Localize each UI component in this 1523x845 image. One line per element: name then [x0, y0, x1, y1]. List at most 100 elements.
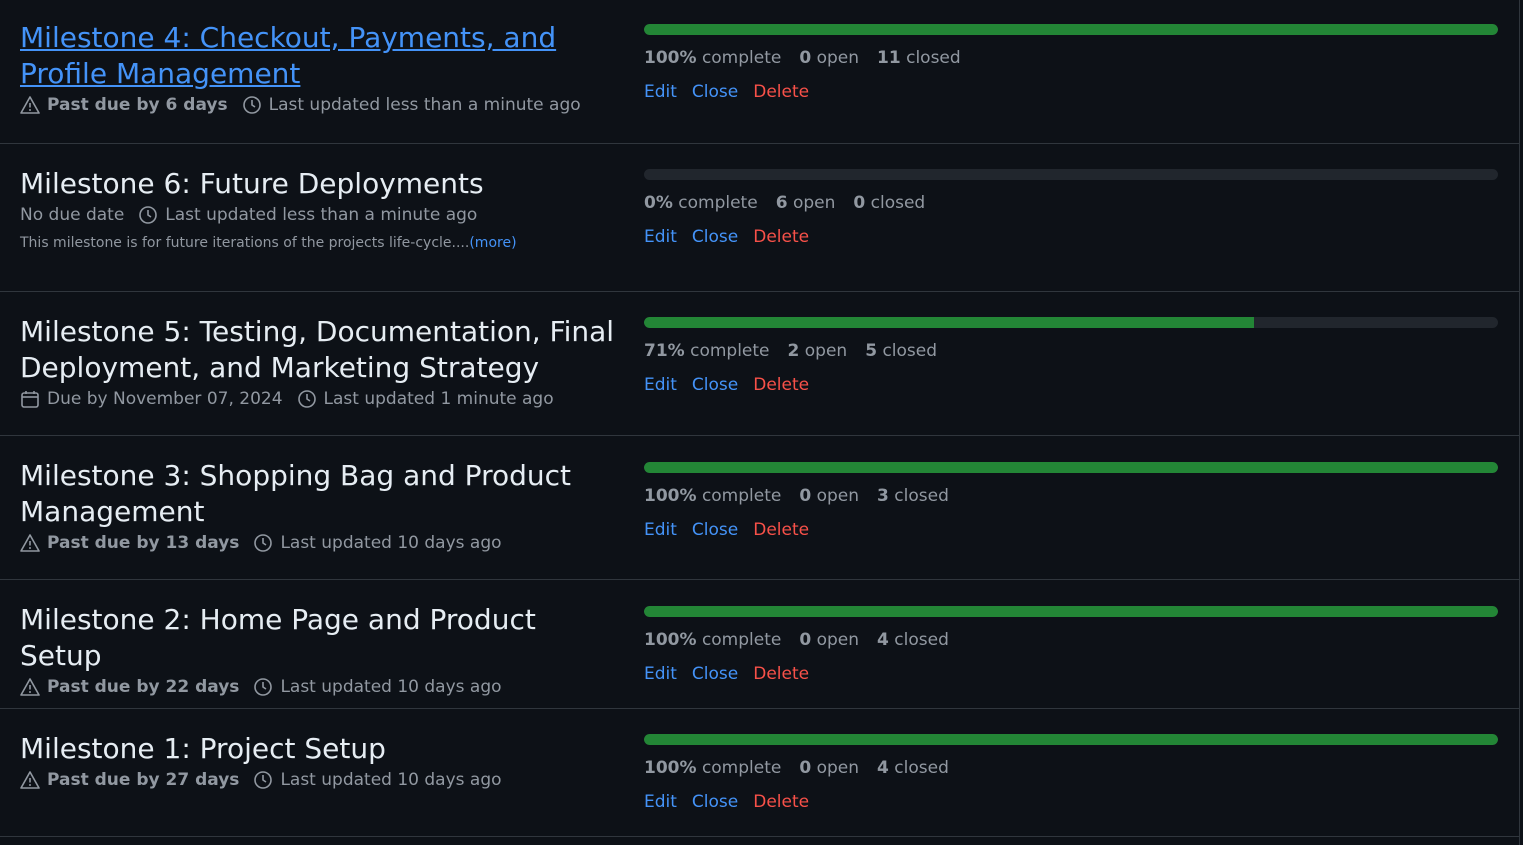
- close-link[interactable]: Close: [692, 81, 738, 103]
- progress-bar: [644, 462, 1498, 473]
- open-label: open: [816, 48, 860, 68]
- progress-bar: [644, 24, 1498, 35]
- milestone-title[interactable]: Milestone 2: Home Page and Product Setup: [20, 602, 620, 674]
- closed-label: closed: [894, 486, 949, 506]
- delete-link[interactable]: Delete: [753, 226, 809, 248]
- complete-label: complete: [690, 341, 770, 361]
- last-updated: Last updated 10 days ago: [280, 770, 502, 790]
- delete-link[interactable]: Delete: [753, 519, 809, 541]
- due-value: 22 days: [165, 677, 240, 697]
- progress-bar: [644, 169, 1498, 180]
- open-count: 0: [799, 758, 812, 778]
- percent-complete: 0%: [644, 193, 673, 213]
- progress-fill: [644, 317, 1254, 328]
- open-count: 6: [775, 193, 788, 213]
- due-value: 6 days: [165, 95, 228, 115]
- open-label: open: [816, 486, 860, 506]
- percent-complete: 100%: [644, 758, 697, 778]
- more-link[interactable]: (more): [469, 235, 516, 251]
- progress-fill: [644, 462, 1498, 473]
- due-value: 13 days: [165, 533, 240, 553]
- milestone-title[interactable]: Milestone 5: Testing, Documentation, Fin…: [20, 314, 620, 386]
- open-count: 0: [799, 486, 812, 506]
- open-count: 0: [799, 48, 812, 68]
- due-value: 27 days: [165, 770, 240, 790]
- progress-fill: [644, 734, 1498, 745]
- percent-complete: 100%: [644, 486, 697, 506]
- open-label: open: [816, 758, 860, 778]
- calendar-icon: [21, 391, 39, 408]
- milestone-title[interactable]: Milestone 4: Checkout, Payments, and Pro…: [20, 20, 620, 92]
- closed-count: 3: [877, 486, 889, 506]
- last-updated: Last updated less than a minute ago: [268, 95, 581, 115]
- milestone-row: Milestone 6: Future Deployments No due d…: [0, 144, 1519, 292]
- clock-icon: [242, 96, 261, 114]
- delete-link[interactable]: Delete: [753, 374, 809, 396]
- due-prefix: Past due by: [47, 677, 160, 697]
- due-prefix: Past due by: [47, 95, 160, 115]
- alert-icon: [20, 534, 40, 552]
- edit-link[interactable]: Edit: [644, 791, 677, 813]
- close-link[interactable]: Close: [692, 226, 738, 248]
- clock-icon: [297, 390, 316, 408]
- clock-icon: [254, 534, 273, 552]
- alert-icon: [20, 96, 40, 114]
- open-label: open: [792, 193, 836, 213]
- complete-label: complete: [701, 48, 782, 68]
- last-updated: Last updated 10 days ago: [280, 677, 502, 697]
- last-updated: Last updated 1 minute ago: [323, 389, 554, 409]
- edit-link[interactable]: Edit: [644, 226, 677, 248]
- milestone-row: Milestone 4: Checkout, Payments, and Pro…: [0, 0, 1519, 144]
- due-prefix: Past due by: [47, 770, 160, 790]
- open-count: 0: [799, 630, 812, 650]
- open-count: 2: [787, 341, 800, 361]
- closed-label: closed: [870, 193, 926, 213]
- percent-complete: 71%: [644, 341, 685, 361]
- closed-label: closed: [894, 758, 949, 778]
- delete-link[interactable]: Delete: [753, 791, 809, 813]
- close-link[interactable]: Close: [692, 374, 738, 396]
- due-prefix: Past due by: [47, 533, 160, 553]
- alert-icon: [20, 771, 40, 789]
- last-updated: Last updated less than a minute ago: [165, 205, 478, 225]
- closed-label: closed: [894, 630, 949, 650]
- close-link[interactable]: Close: [692, 519, 738, 541]
- complete-label: complete: [701, 630, 782, 650]
- milestone-title[interactable]: Milestone 1: Project Setup: [20, 731, 620, 767]
- complete-label: complete: [678, 193, 758, 213]
- delete-link[interactable]: Delete: [753, 663, 809, 685]
- closed-count: 5: [865, 341, 878, 361]
- progress-bar: [644, 317, 1498, 328]
- milestone-row: Milestone 1: Project Setup Past due by 2…: [0, 709, 1519, 837]
- progress-bar: [644, 606, 1498, 617]
- milestone-description: This milestone is for future iterations …: [20, 234, 620, 252]
- alert-icon: [20, 678, 40, 696]
- complete-label: complete: [701, 486, 782, 506]
- edit-link[interactable]: Edit: [644, 374, 677, 396]
- closed-label: closed: [906, 48, 961, 68]
- due-date: No due date: [20, 205, 125, 225]
- milestone-row: Milestone 3: Shopping Bag and Product Ma…: [0, 436, 1519, 580]
- closed-label: closed: [882, 341, 938, 361]
- closed-count: 4: [877, 758, 889, 778]
- closed-count: 0: [853, 193, 866, 213]
- progress-fill: [644, 606, 1498, 617]
- progress-fill: [644, 24, 1498, 35]
- last-updated: Last updated 10 days ago: [280, 533, 502, 553]
- clock-icon: [254, 771, 273, 789]
- edit-link[interactable]: Edit: [644, 519, 677, 541]
- milestone-title[interactable]: Milestone 3: Shopping Bag and Product Ma…: [20, 458, 620, 530]
- due-date: Due by November 07, 2024: [47, 389, 283, 409]
- milestone-list: Milestone 4: Checkout, Payments, and Pro…: [0, 0, 1520, 845]
- milestone-title[interactable]: Milestone 6: Future Deployments: [20, 166, 620, 202]
- closed-count: 4: [877, 630, 889, 650]
- closed-count: 11: [877, 48, 901, 68]
- milestone-row: Milestone 5: Testing, Documentation, Fin…: [0, 292, 1519, 436]
- milestone-row: Milestone 2: Home Page and Product Setup…: [0, 580, 1519, 709]
- delete-link[interactable]: Delete: [753, 81, 809, 103]
- close-link[interactable]: Close: [692, 663, 738, 685]
- edit-link[interactable]: Edit: [644, 663, 677, 685]
- close-link[interactable]: Close: [692, 791, 738, 813]
- percent-complete: 100%: [644, 48, 697, 68]
- edit-link[interactable]: Edit: [644, 81, 677, 103]
